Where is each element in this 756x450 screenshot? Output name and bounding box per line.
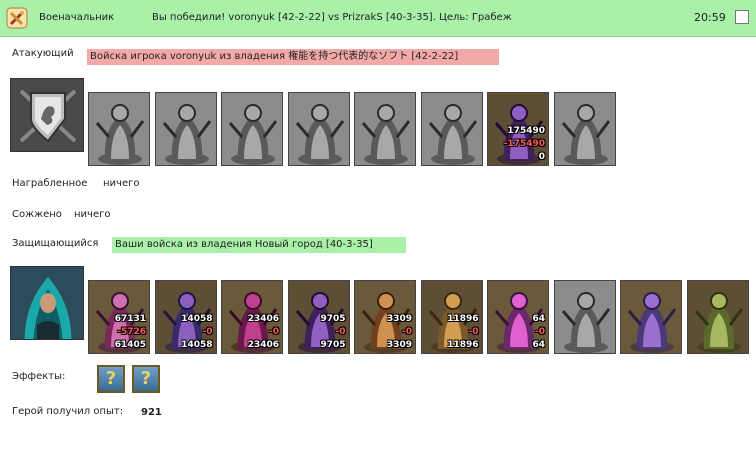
unit-count-remaining: 9705: [320, 340, 346, 350]
crystal-pod-unit-icon[interactable]: [686, 280, 749, 354]
loot-label: Награбленное: [12, 178, 88, 189]
griffin-unit-icon[interactable]: [287, 92, 350, 166]
unit-count-lost: -0: [402, 327, 412, 337]
close-report-button[interactable]: [735, 10, 749, 24]
report-time: 20:59: [694, 11, 726, 24]
unit-count-lost: -175490: [503, 139, 545, 149]
hero-xp-value: 921: [141, 407, 162, 418]
defender-label: Защищающийся: [12, 238, 99, 249]
cavalry-unit-icon[interactable]: [221, 92, 283, 166]
report-category: Военачальник: [39, 12, 115, 23]
crossed-swords-icon: [6, 7, 28, 29]
shield-crest-icon: [11, 79, 83, 151]
unit-count-start: 11896: [447, 314, 479, 324]
report-header: Военачальник Вы победили! voronyuk [42-2…: [0, 0, 756, 37]
unit-count-lost: -5726: [117, 327, 146, 337]
unknown-effect-icon[interactable]: ?: [132, 365, 160, 393]
unit-count-lost: -0: [269, 327, 279, 337]
unit-count-remaining: 14058: [181, 340, 213, 350]
wraith-unit-icon[interactable]: [553, 92, 616, 166]
unit-count-remaining: 3309: [386, 340, 412, 350]
dark-elf-unit-icon[interactable]: 14058 -0 14058: [154, 280, 217, 354]
monk-unit-icon[interactable]: [420, 92, 483, 166]
burned-label: Сожжено: [12, 209, 62, 220]
unit-count-start: 9705: [320, 314, 346, 324]
unit-count-start: 14058: [181, 314, 213, 324]
unit-count-lost: -0: [535, 327, 545, 337]
unit-count-remaining: 0: [538, 152, 545, 162]
knight-unit-icon[interactable]: [88, 92, 150, 166]
loot-value: ничего: [103, 178, 140, 189]
unit-count-remaining: 11896: [447, 340, 479, 350]
unit-count-start: 64: [532, 314, 545, 324]
unit-count-start: 3309: [386, 314, 412, 324]
fury-unit-icon[interactable]: 9705 -0 9705: [287, 280, 350, 354]
unit-count-remaining: 23406: [247, 340, 279, 350]
minotaur-unit-icon[interactable]: 67131 -5726 61405: [88, 280, 150, 354]
unit-count-remaining: 64: [532, 340, 545, 350]
attacker-label: Атакующий: [12, 48, 74, 59]
defender-hero-portrait[interactable]: [10, 266, 84, 340]
warlock-unit-icon[interactable]: 11896 -0 11896: [420, 280, 483, 354]
shadow-archer-unit-icon[interactable]: 3309 -0 3309: [354, 280, 416, 354]
unknown-effect-icon[interactable]: ?: [97, 365, 125, 393]
unit-count-lost: -0: [202, 327, 213, 337]
crossbowman-unit-icon[interactable]: [354, 92, 416, 166]
lizard-rider-unit-icon[interactable]: 23406 -0 23406: [221, 280, 283, 354]
defender-banner: Ваши войска из владения Новый город [40-…: [112, 237, 406, 253]
shadow-witch-unit-icon[interactable]: 64 -0 64: [487, 280, 549, 354]
unit-count-start: 67131: [114, 314, 146, 324]
unit-count-lost: -0: [468, 327, 479, 337]
hero-xp-label: Герой получил опыт:: [12, 406, 124, 417]
angel-unit-icon[interactable]: 175490 -175490 0: [487, 92, 549, 166]
burned-value: ничего: [74, 209, 111, 220]
battle-result-message: Вы победили! voronyuk [42-2-22] vs Prizr…: [152, 12, 512, 23]
unit-count-lost: -0: [335, 327, 346, 337]
hooded-hero-icon: [11, 267, 83, 339]
attacker-hero-portrait[interactable]: [10, 78, 84, 152]
unit-count-start: 175490: [507, 126, 545, 136]
black-dragon-unit-icon[interactable]: [553, 280, 616, 354]
attacker-banner: Войска игрока voronyuk из владения 権能を持つ…: [87, 49, 499, 65]
effects-label: Эффекты:: [12, 371, 66, 382]
unit-count-remaining: 61405: [114, 340, 146, 350]
unit-count-start: 23406: [247, 314, 279, 324]
egg-nest-unit-icon[interactable]: [620, 280, 682, 354]
archer-unit-icon[interactable]: [154, 92, 217, 166]
